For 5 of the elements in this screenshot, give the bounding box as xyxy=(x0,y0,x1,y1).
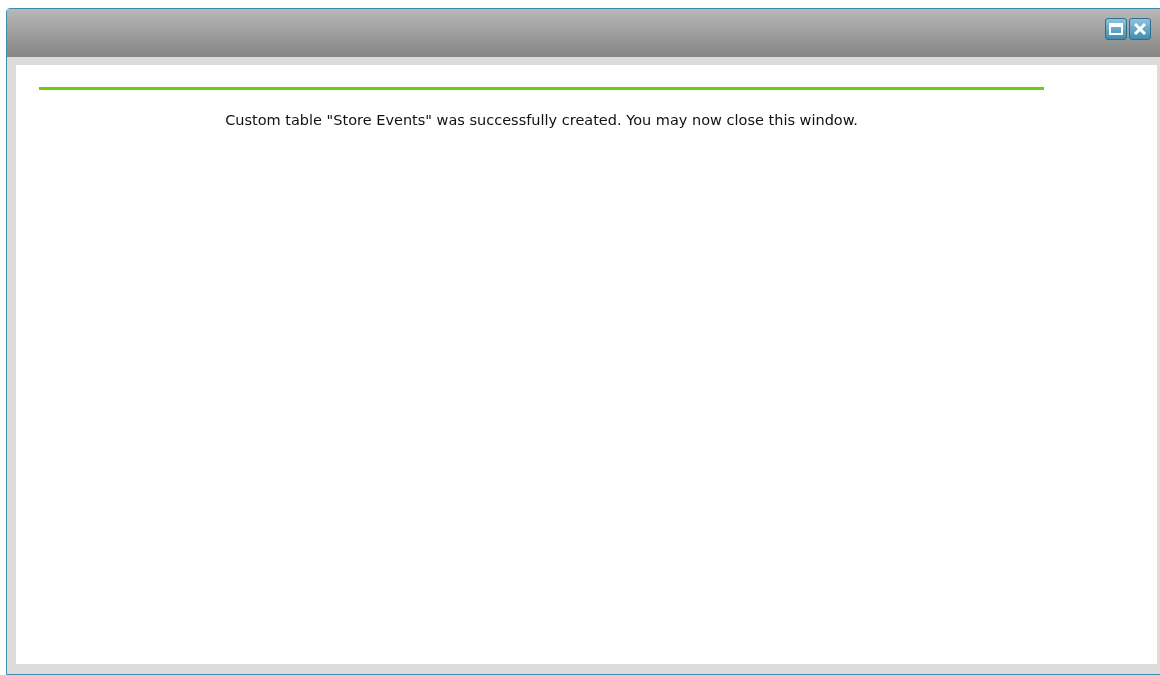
close-button[interactable] xyxy=(1129,18,1151,40)
success-message: Custom table "Store Events" was successfully created. You may now close this window. xyxy=(225,111,858,130)
maximize-icon xyxy=(1109,23,1123,35)
maximize-button[interactable] xyxy=(1105,18,1127,40)
close-icon xyxy=(1133,22,1147,36)
